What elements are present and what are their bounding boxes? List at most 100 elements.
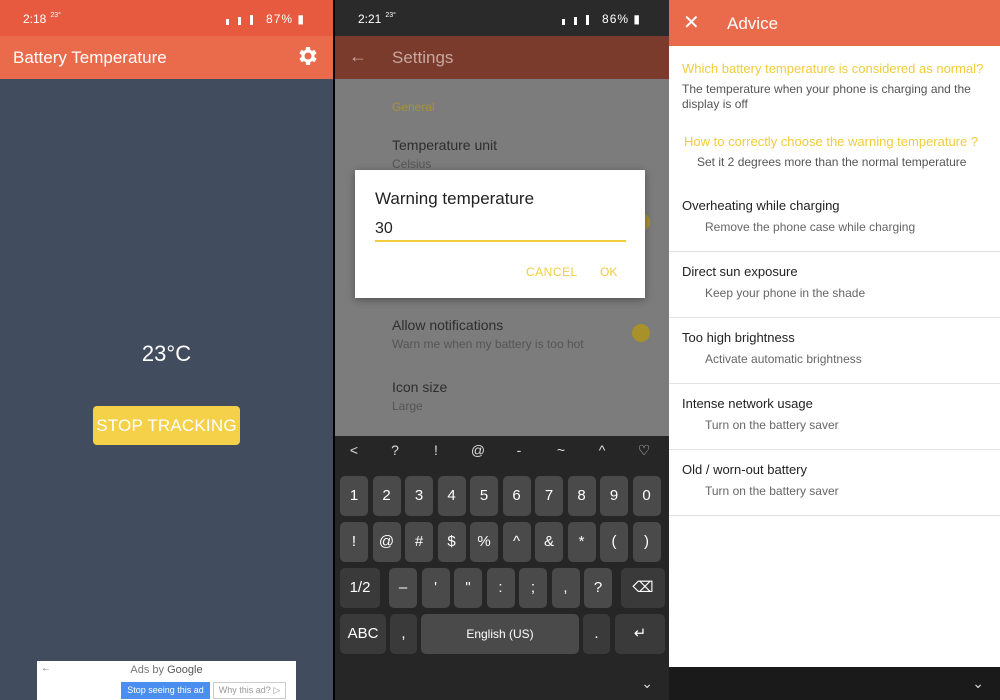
advice-list-item: Direct sun exposure Keep your phone in th… (669, 252, 1000, 318)
keyboard-key[interactable]: * (567, 522, 596, 562)
notifications-toggle[interactable] (632, 324, 650, 342)
app-bar: ← Settings (335, 36, 669, 79)
status-bar: 2:18 23° 87% ▮ (0, 0, 333, 36)
keyboard-key[interactable]: 5 (470, 476, 498, 516)
battery-level: 87% (266, 12, 294, 26)
keyboard-key[interactable]: – (389, 568, 417, 608)
keyboard-key[interactable]: 0 (632, 476, 661, 516)
keyboard-key[interactable]: # (405, 522, 433, 562)
why-this-ad-button[interactable]: Why this ad? ▷ (213, 682, 286, 699)
section-header-general: General (392, 100, 435, 114)
close-icon[interactable]: ✕ (683, 10, 700, 35)
app-bar: ✕ Advice (669, 0, 1000, 46)
faq-answer-normal-temp: The temperature when your phone is charg… (682, 82, 971, 111)
status-time: 2:18 (23, 12, 47, 26)
keyboard-key[interactable]: % (470, 522, 498, 562)
back-arrow-icon[interactable]: ← (349, 46, 367, 67)
tracking-screen: 2:18 23° 87% ▮ Battery Temperature 23°C S… (0, 0, 333, 700)
status-temp: 23° (50, 12, 61, 19)
keyboard-key[interactable]: ( (600, 522, 628, 562)
keyboard-key[interactable]: " (454, 568, 482, 608)
advice-item-subtitle: Keep your phone in the shade (705, 286, 866, 300)
keyboard-key[interactable]: $ (437, 522, 466, 562)
keyboard-key[interactable]: @ (372, 522, 401, 562)
setting-allow-notifications[interactable]: Allow notifications Warn me when my batt… (392, 317, 584, 351)
space-bar[interactable]: English (US) (421, 614, 579, 654)
status-bar: 2:21 23° 86% ▮ (335, 0, 669, 36)
setting-temperature-unit[interactable]: Temperature unit Celsius (392, 137, 497, 171)
battery-level: 86% (602, 12, 630, 26)
advice-item-subtitle: Turn on the battery saver (705, 484, 839, 498)
app-bar: Battery Temperature (0, 36, 333, 79)
keyboard: < ? ! @ - ~ ^ ♡ 1234567890 ! @ # $% ^ & *() 1/… (335, 436, 669, 700)
keyboard-key[interactable]: ^ (502, 522, 531, 562)
setting-icon-size[interactable]: Icon size Large (392, 379, 447, 413)
keyboard-key[interactable]: ! (340, 522, 368, 562)
enter-icon[interactable]: ↵ (615, 614, 665, 654)
google-logo: Google (167, 664, 203, 676)
faq-question-normal-temp: Which battery temperature is considered … (682, 61, 984, 76)
keyboard-key[interactable]: 2 (372, 476, 401, 516)
settings-title: Settings (392, 48, 454, 67)
arrow-icon: ▷ (273, 685, 281, 695)
keyboard-key[interactable]: ? (584, 568, 612, 608)
faq-answer-warning-temp: Set it 2 degrees more than the normal te… (697, 155, 967, 169)
keyboard-key[interactable]: 7 (535, 476, 563, 516)
stop-tracking-button[interactable]: STOP TRACKING (93, 406, 240, 445)
keyboard-key[interactable]: ' (421, 568, 450, 608)
app-title: Battery Temperature (13, 48, 167, 67)
stop-seeing-ad-button[interactable]: Stop seeing this ad (121, 682, 210, 699)
keyboard-key[interactable]: 4 (437, 476, 466, 516)
warning-temperature-input[interactable] (375, 218, 626, 242)
toolbar-key[interactable]: ^ (590, 442, 614, 458)
advice-item-subtitle: Remove the phone case while charging (705, 220, 916, 234)
advice-list-item: Old / worn-out battery Turn on the batter… (669, 450, 1000, 516)
faq-question-warning-temp: How to correctly choose the warning temp… (684, 134, 979, 149)
toolbar-key[interactable]: ! (424, 442, 448, 458)
advice-item-title: Too high brightness (682, 330, 795, 345)
keyboard-key[interactable]: 1 (340, 476, 368, 516)
warning-temperature-dialog: Warning temperature CANCEL OK (355, 170, 645, 298)
signal-icon (558, 14, 598, 25)
temperature-readout: 23°C (141, 341, 192, 366)
backspace-icon[interactable]: ⌫ (621, 568, 665, 608)
period-key[interactable]: . (583, 614, 610, 654)
keyboard-key[interactable]: 9 (600, 476, 628, 516)
battery-icon: ▮ (297, 12, 305, 26)
keyboard-key[interactable]: & (535, 522, 563, 562)
chevron-down-icon[interactable]: ⌄ (972, 675, 984, 692)
heart-icon[interactable]: ♡ (632, 442, 656, 459)
cancel-button[interactable]: CANCEL (526, 265, 578, 279)
keyboard-key[interactable]: ) (632, 522, 661, 562)
comma-key[interactable]: , (390, 614, 417, 654)
advice-screen: ✕ Advice Which battery temperature is co… (669, 0, 1000, 700)
keyboard-key[interactable]: 8 (567, 476, 596, 516)
toolbar-key[interactable]: - (507, 442, 531, 458)
advice-list-item: Too high brightness Activate automatic br… (669, 318, 1000, 384)
abc-key[interactable]: ABC (340, 614, 386, 654)
advice-title: Advice (727, 14, 779, 33)
keyboard-key[interactable]: 3 (405, 476, 433, 516)
settings-screen: 2:21 23° 86% ▮ ← Settings General Tempera… (335, 0, 669, 700)
dialog-title: Warning temperature (375, 189, 535, 208)
advice-item-subtitle: Activate automatic brightness (705, 352, 862, 366)
toolbar-key[interactable]: ~ (549, 442, 573, 458)
advice-list-item: Intense network usage Turn on the battery… (669, 384, 1000, 450)
keyboard-back-icon[interactable]: < (342, 442, 366, 458)
advice-list-item: Overheating while charging Remove the pho… (669, 186, 1000, 252)
advice-item-title: Old / worn-out battery (682, 462, 807, 477)
toolbar-key[interactable]: ? (383, 442, 407, 458)
keyboard-key[interactable]: , (551, 568, 580, 608)
keyboard-key[interactable]: ; (519, 568, 547, 608)
ad-byline: Ads by Google (130, 664, 203, 676)
keyboard-key[interactable]: 6 (502, 476, 531, 516)
toolbar-key[interactable]: @ (466, 442, 490, 458)
gear-icon[interactable] (296, 44, 320, 68)
ad-banner: ← Ads by Google Stop seeing this ad Why … (37, 661, 296, 700)
signal-icon (222, 14, 262, 25)
ok-button[interactable]: OK (600, 265, 617, 279)
symbols-page-key[interactable]: 1/2 (340, 568, 380, 608)
keyboard-hide-icon[interactable]: ⌄ (641, 675, 653, 692)
keyboard-key[interactable]: : (486, 568, 515, 608)
nav-bar: ⌄ (669, 667, 1000, 700)
